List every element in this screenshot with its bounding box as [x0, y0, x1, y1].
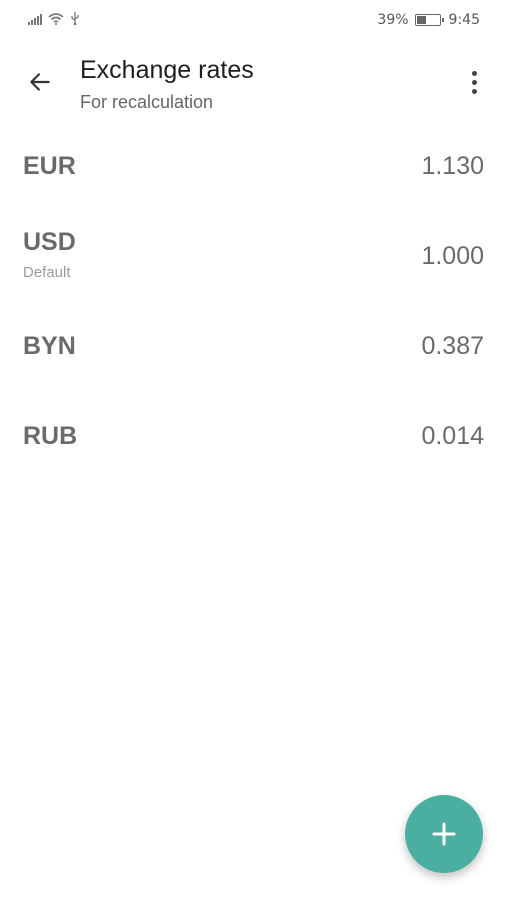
rate-row-eur[interactable]: EUR 1.130 [0, 124, 506, 214]
usb-icon [71, 12, 79, 25]
currency-code: USD [23, 228, 76, 256]
status-bar: 39% 9:45 [0, 0, 506, 44]
battery-icon [414, 14, 444, 26]
back-button[interactable] [22, 64, 58, 100]
clock: 9:45 [448, 12, 480, 28]
add-rate-button[interactable] [405, 795, 483, 873]
battery-fill [416, 16, 426, 24]
more-vert-icon [471, 70, 477, 76]
currency-code: RUB [23, 422, 78, 450]
arrow-back-icon [30, 73, 50, 91]
rate-value: 0.014 [421, 422, 484, 450]
signal-icon [28, 13, 42, 25]
more-vert-dot [471, 88, 477, 94]
rate-value: 1.000 [421, 242, 484, 270]
rate-row-byn[interactable]: BYN 0.387 [0, 304, 506, 394]
more-options-button[interactable] [460, 64, 488, 100]
rates-list: EUR 1.130 USD Default 1.000 BYN 0.387 RU… [0, 124, 506, 484]
page-subtitle: For recalculation [80, 92, 214, 112]
more-vert-dot [471, 79, 477, 85]
rate-value: 0.387 [421, 332, 484, 360]
page-title: Exchange rates [80, 56, 254, 84]
status-bar-right: 39% 9:45 [377, 12, 480, 28]
currency-code: BYN [23, 332, 76, 360]
default-label: Default [23, 264, 71, 281]
wifi-icon [48, 13, 64, 25]
status-bar-left [28, 12, 80, 25]
rate-row-usd[interactable]: USD Default 1.000 [0, 214, 506, 304]
plus-icon [432, 822, 456, 846]
rate-value: 1.130 [421, 152, 484, 180]
currency-code: EUR [23, 152, 76, 180]
rate-row-rub[interactable]: RUB 0.014 [0, 394, 506, 484]
app-bar: Exchange rates For recalculation [0, 44, 506, 124]
battery-percent: 39% [377, 12, 409, 28]
